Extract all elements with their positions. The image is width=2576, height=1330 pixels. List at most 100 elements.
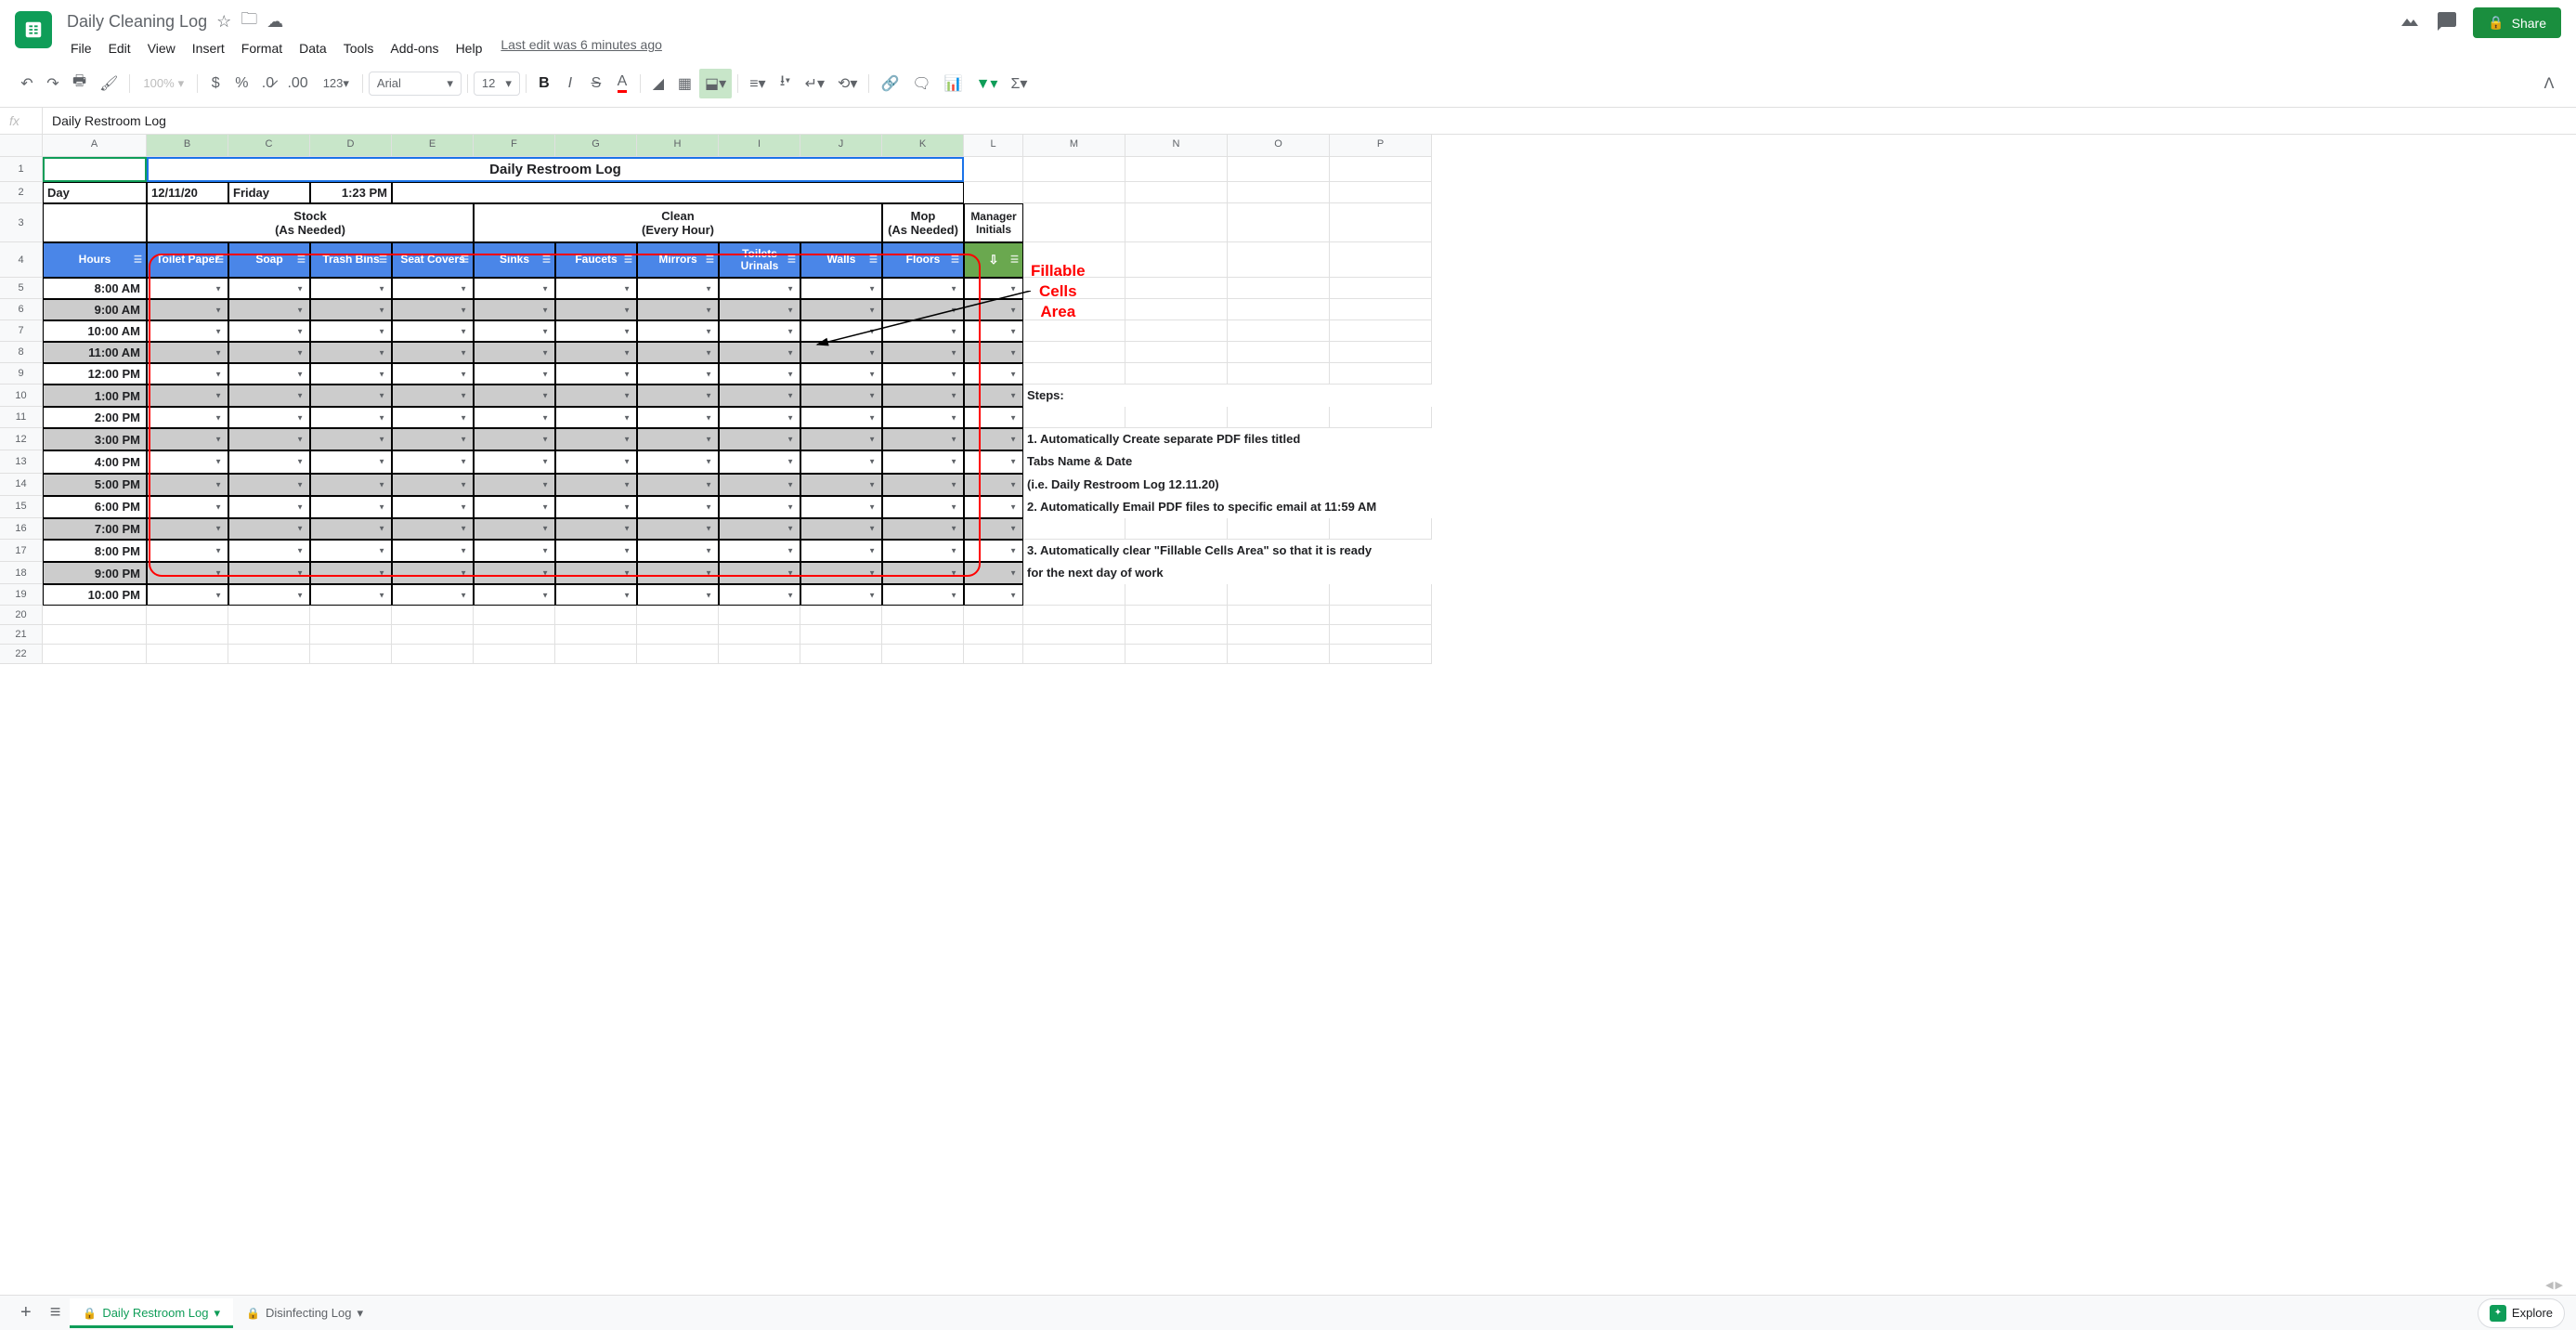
mirrors-header[interactable]: Mirrors☰ — [637, 242, 719, 278]
dropdown-cell[interactable]: ▼ — [555, 540, 637, 562]
dropdown-cell[interactable]: ▼ — [719, 363, 800, 385]
dropdown-cell[interactable]: ▼ — [474, 320, 555, 342]
cell[interactable] — [1228, 625, 1330, 645]
hour-cell[interactable]: 1:00 PM — [43, 385, 147, 407]
select-all-corner[interactable] — [0, 135, 43, 157]
dropdown-cell[interactable]: ▼ — [637, 342, 719, 363]
dropdown-cell[interactable]: ▼ — [310, 320, 392, 342]
cell[interactable] — [1228, 518, 1330, 540]
time-cell[interactable]: 1:23 PM — [310, 182, 392, 203]
cell[interactable] — [147, 625, 228, 645]
column-header-I[interactable]: I — [719, 135, 800, 157]
dropdown-cell[interactable]: ▼ — [228, 562, 310, 584]
dropdown-cell[interactable]: ▼ — [310, 450, 392, 473]
hour-cell[interactable]: 11:00 AM — [43, 342, 147, 363]
dropdown-cell[interactable]: ▼ — [637, 562, 719, 584]
cell-a1[interactable] — [43, 157, 147, 182]
dropdown-cell[interactable]: ▼ — [392, 407, 474, 428]
increase-decimal-button[interactable]: .00 — [281, 70, 313, 98]
dropdown-cell[interactable]: ▼ — [964, 562, 1023, 584]
zoom-dropdown[interactable]: 100% ▾ — [136, 72, 191, 95]
date-cell[interactable]: 12/11/20 — [147, 182, 228, 203]
cell[interactable] — [555, 606, 637, 625]
cell[interactable] — [392, 606, 474, 625]
dropdown-cell[interactable]: ▼ — [147, 584, 228, 606]
cell[interactable] — [1228, 606, 1330, 625]
initials-header[interactable]: ⇩☰ — [964, 242, 1023, 278]
dropdown-cell[interactable]: ▼ — [555, 584, 637, 606]
cell[interactable] — [43, 203, 147, 242]
cell[interactable] — [1330, 182, 1432, 203]
cell[interactable] — [474, 606, 555, 625]
cell[interactable] — [1023, 606, 1125, 625]
dropdown-cell[interactable]: ▼ — [147, 450, 228, 473]
cell[interactable] — [1023, 584, 1125, 606]
dropdown-cell[interactable]: ▼ — [964, 496, 1023, 518]
dropdown-cell[interactable]: ▼ — [882, 496, 964, 518]
cell[interactable] — [1023, 203, 1125, 242]
cell[interactable] — [1023, 645, 1125, 664]
print-button[interactable]: 🖶 — [67, 65, 92, 101]
dropdown-cell[interactable]: ▼ — [637, 540, 719, 562]
dropdown-cell[interactable]: ▼ — [555, 407, 637, 428]
last-edit-link[interactable]: Last edit was 6 minutes ago — [501, 37, 662, 59]
dropdown-cell[interactable]: ▼ — [882, 407, 964, 428]
cell[interactable] — [310, 625, 392, 645]
dropdown-cell[interactable]: ▼ — [719, 299, 800, 320]
row-header-14[interactable]: 14 — [0, 474, 43, 496]
cell[interactable] — [964, 157, 1023, 182]
column-header-B[interactable]: B — [147, 135, 228, 157]
cell[interactable] — [228, 606, 310, 625]
title-cell[interactable]: Daily Restroom Log — [147, 157, 964, 182]
dropdown-cell[interactable]: ▼ — [964, 474, 1023, 496]
cell[interactable] — [1330, 342, 1432, 363]
dropdown-cell[interactable]: ▼ — [719, 584, 800, 606]
dropdown-cell[interactable]: ▼ — [637, 363, 719, 385]
dropdown-cell[interactable]: ▼ — [964, 385, 1023, 407]
cell[interactable] — [1228, 407, 1330, 428]
dropdown-cell[interactable]: ▼ — [882, 385, 964, 407]
dropdown-cell[interactable]: ▼ — [228, 363, 310, 385]
dropdown-cell[interactable]: ▼ — [310, 299, 392, 320]
row-header-12[interactable]: 12 — [0, 428, 43, 450]
dropdown-cell[interactable]: ▼ — [392, 450, 474, 473]
dropdown-cell[interactable]: ▼ — [637, 299, 719, 320]
hour-cell[interactable]: 9:00 AM — [43, 299, 147, 320]
dropdown-cell[interactable]: ▼ — [637, 474, 719, 496]
dropdown-cell[interactable]: ▼ — [474, 474, 555, 496]
dropdown-cell[interactable]: ▼ — [392, 562, 474, 584]
dropdown-cell[interactable]: ▼ — [800, 407, 882, 428]
chart-button[interactable]: 📊 — [939, 69, 969, 98]
dropdown-cell[interactable]: ▼ — [147, 278, 228, 299]
dropdown-cell[interactable]: ▼ — [310, 540, 392, 562]
dropdown-cell[interactable]: ▼ — [228, 518, 310, 540]
cell[interactable] — [800, 606, 882, 625]
column-header-A[interactable]: A — [43, 135, 147, 157]
dropdown-cell[interactable]: ▼ — [310, 584, 392, 606]
dropdown-cell[interactable]: ▼ — [964, 407, 1023, 428]
cell[interactable] — [474, 625, 555, 645]
dropdown-cell[interactable]: ▼ — [474, 562, 555, 584]
dropdown-cell[interactable]: ▼ — [147, 342, 228, 363]
row-header-5[interactable]: 5 — [0, 278, 43, 299]
font-dropdown[interactable]: Arial▾ — [369, 72, 462, 96]
dropdown-cell[interactable]: ▼ — [147, 363, 228, 385]
cell[interactable] — [1330, 645, 1432, 664]
dropdown-cell[interactable]: ▼ — [719, 562, 800, 584]
dropdown-cell[interactable]: ▼ — [555, 363, 637, 385]
hour-cell[interactable]: 9:00 PM — [43, 562, 147, 584]
dropdown-cell[interactable]: ▼ — [719, 407, 800, 428]
dropdown-cell[interactable]: ▼ — [637, 450, 719, 473]
dropdown-cell[interactable]: ▼ — [310, 278, 392, 299]
dropdown-cell[interactable]: ▼ — [228, 540, 310, 562]
cell[interactable] — [1125, 182, 1228, 203]
menu-data[interactable]: Data — [292, 37, 334, 59]
dropdown-cell[interactable]: ▼ — [474, 584, 555, 606]
cell[interactable] — [1125, 242, 1228, 278]
hour-cell[interactable]: 10:00 PM — [43, 584, 147, 606]
cell[interactable] — [228, 625, 310, 645]
collapse-toolbar-button[interactable]: ᐱ — [2537, 69, 2561, 98]
menu-insert[interactable]: Insert — [185, 37, 232, 59]
dropdown-cell[interactable]: ▼ — [147, 407, 228, 428]
dropdown-cell[interactable]: ▼ — [964, 584, 1023, 606]
